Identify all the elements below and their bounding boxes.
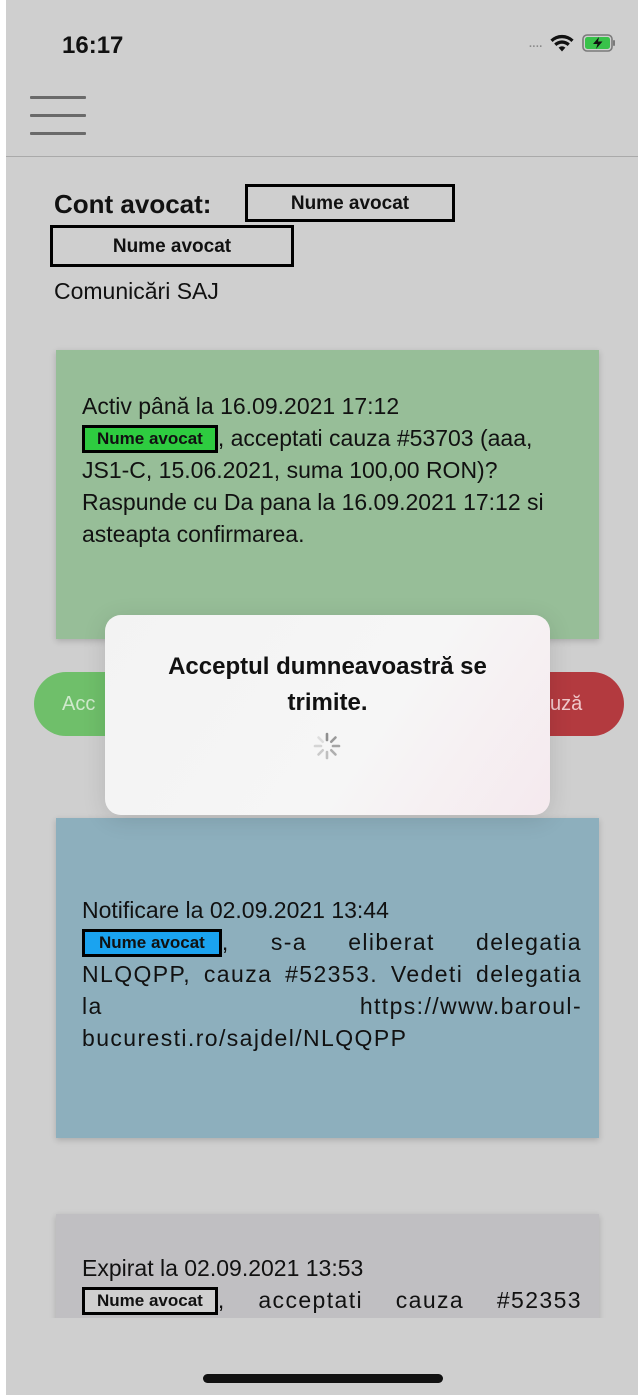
screen-edge-right xyxy=(638,0,644,1395)
hamburger-menu-icon[interactable] xyxy=(30,96,86,140)
card-status: Activ până la 16.09.2021 17:12 xyxy=(82,393,400,419)
bottom-safe-area xyxy=(0,1318,644,1395)
status-time: 16:17 xyxy=(62,32,124,59)
card-status: Expirat la 02.09.2021 13:53 xyxy=(82,1255,364,1281)
lawyer-name-tag-secondary: Nume avocat xyxy=(50,225,294,267)
hud-message: Acceptul dumneavoastră se trimite. xyxy=(168,653,487,716)
battery-charging-icon xyxy=(582,34,615,52)
lawyer-name-tag: Nume avocat xyxy=(82,1287,218,1315)
home-indicator[interactable] xyxy=(203,1374,443,1383)
menu-line xyxy=(30,132,86,135)
account-label: Cont avocat: xyxy=(54,189,212,219)
card-status: Notificare la 02.09.2021 13:44 xyxy=(82,897,389,923)
lawyer-name-tag: Nume avocat xyxy=(82,929,222,957)
communication-card-active[interactable]: Activ până la 16.09.2021 17:12 Nume avoc… xyxy=(56,350,599,639)
card-body-block: Nume avocat, s-a eliberat delegatia NLQQ… xyxy=(82,926,582,1054)
header-divider xyxy=(0,156,644,157)
section-title: Comunicări SAJ xyxy=(54,278,219,304)
card-text: Notificare la 02.09.2021 13:44 Nume avoc… xyxy=(82,894,582,1054)
signal-icon: .... xyxy=(528,34,543,51)
status-icons: .... xyxy=(528,34,616,52)
progress-hud: Acceptul dumneavoastră se trimite. xyxy=(105,615,550,815)
lawyer-name-tag: Nume avocat xyxy=(82,425,218,453)
app-screen: 16:17 .... Cont avocat: Nume avocat Nume… xyxy=(0,0,644,1395)
lawyer-name-tag: Nume avocat xyxy=(245,184,455,222)
wifi-icon xyxy=(550,34,574,52)
menu-line xyxy=(30,96,86,99)
card-text: Activ până la 16.09.2021 17:12 Nume avoc… xyxy=(82,390,582,550)
communication-card-notification[interactable]: Notificare la 02.09.2021 13:44 Nume avoc… xyxy=(56,818,599,1138)
loading-spinner-icon xyxy=(313,732,341,760)
screen-edge-left xyxy=(0,0,6,1395)
menu-line xyxy=(30,114,86,117)
